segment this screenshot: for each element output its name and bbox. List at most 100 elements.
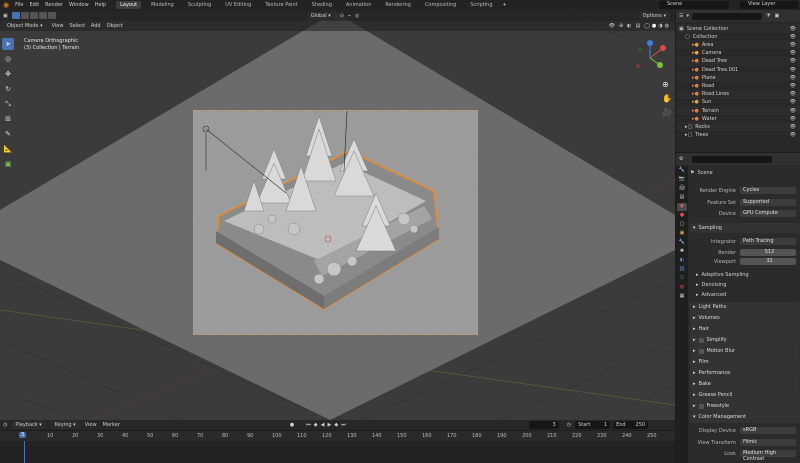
- shading-rendered-icon[interactable]: ◍: [665, 23, 669, 29]
- current-frame-field[interactable]: 3: [528, 421, 559, 429]
- visibility-eye-icon[interactable]: 👁: [790, 75, 796, 81]
- scene-selector[interactable]: Scene: [659, 1, 729, 9]
- render-engine-dropdown[interactable]: Cycles: [740, 187, 796, 194]
- timeline-ruler[interactable]: 0102030405060708090100110120130140150160…: [0, 431, 675, 441]
- shading-material-icon[interactable]: ◑: [658, 23, 662, 29]
- panel-header[interactable]: ▸ Grease Pencil: [690, 390, 800, 401]
- jump-end-icon[interactable]: ⏭: [341, 422, 346, 428]
- tab-rendering[interactable]: Rendering: [381, 1, 415, 9]
- select-mode-button[interactable]: [11, 12, 20, 19]
- menu-file[interactable]: File: [15, 2, 23, 8]
- xray-icon[interactable]: ▤: [636, 23, 641, 29]
- playback-menu[interactable]: Playback ▾: [11, 421, 46, 429]
- properties-editor-icon[interactable]: ⚙: [679, 156, 683, 162]
- shading-wireframe-icon[interactable]: ◯: [644, 23, 650, 29]
- visibility-eye-icon[interactable]: 👁: [790, 83, 796, 89]
- panel-header[interactable]: ▸ Light Paths: [690, 302, 800, 313]
- outliner-filter-icon[interactable]: ⧩: [766, 13, 770, 19]
- panel-header[interactable]: ▸ Film: [690, 357, 800, 368]
- tab-collection-icon[interactable]: ▢: [677, 221, 687, 229]
- menu-help[interactable]: Help: [95, 2, 106, 8]
- visibility-eye-icon[interactable]: 👁: [790, 124, 796, 130]
- add-workspace-icon[interactable]: +: [503, 2, 507, 8]
- tab-object-icon[interactable]: ▣: [677, 230, 687, 238]
- pan-hand-icon[interactable]: ✋: [662, 92, 672, 106]
- tab-layout[interactable]: Layout: [116, 1, 142, 9]
- tab-scene-icon[interactable]: ◉: [677, 203, 687, 211]
- preview-range-icon[interactable]: ◷: [567, 422, 571, 428]
- tab-sculpting[interactable]: Sculpting: [184, 1, 215, 9]
- playhead-frame-label[interactable]: 3: [19, 432, 27, 438]
- sampling-subsection[interactable]: ▸ Adaptive Sampling: [696, 270, 800, 280]
- options-dropdown[interactable]: Options ▾: [638, 11, 670, 20]
- scale-tool-icon[interactable]: ⤡: [2, 98, 14, 110]
- timeline-editor-icon[interactable]: ◷: [3, 422, 7, 428]
- mode-dropdown[interactable]: Object Mode ▾: [3, 22, 47, 30]
- outliner-search-input[interactable]: [692, 12, 762, 20]
- tab-modifier-icon[interactable]: 🔧: [677, 239, 687, 247]
- outliner-editor-icon[interactable]: ☰: [679, 13, 683, 19]
- end-frame-field[interactable]: End 250: [613, 421, 649, 429]
- transform-orientation-dropdown[interactable]: Global ▾: [306, 11, 335, 20]
- overlay-icon[interactable]: ◐: [627, 23, 631, 29]
- tab-compositing[interactable]: Compositing: [421, 1, 460, 9]
- visibility-eye-icon[interactable]: 👁: [790, 108, 796, 114]
- sampling-subsection[interactable]: ▸ Denoising: [696, 280, 800, 290]
- visibility-eye-icon[interactable]: 👁: [790, 58, 796, 64]
- integrator-dropdown[interactable]: Path Tracing: [740, 238, 796, 245]
- shading-solid-icon[interactable]: ●: [652, 23, 656, 29]
- visibility-eye-icon[interactable]: 👁: [790, 26, 796, 32]
- panel-header[interactable]: ▸ Hair: [690, 324, 800, 335]
- visibility-eye-icon[interactable]: 👁: [790, 42, 796, 48]
- timeline-body[interactable]: [0, 441, 675, 463]
- measure-tool-icon[interactable]: 📐: [2, 143, 14, 155]
- tab-world-icon[interactable]: ●: [677, 212, 687, 220]
- timeline-menu-marker[interactable]: Marker: [103, 422, 120, 428]
- tab-texture-icon[interactable]: ▦: [677, 293, 687, 301]
- navigation-gizmo[interactable]: [630, 38, 670, 78]
- proportional-edit-icon[interactable]: ◎: [355, 13, 359, 19]
- tab-tool-icon[interactable]: 🔧: [677, 167, 687, 175]
- invert-mode-button[interactable]: [38, 12, 47, 19]
- properties-search-input[interactable]: [692, 155, 773, 163]
- visibility-eye-icon[interactable]: 👁: [790, 67, 796, 73]
- play-icon[interactable]: ▶: [327, 422, 331, 428]
- tab-uv-editing[interactable]: UV Editing: [221, 1, 255, 9]
- outliner-display-mode-icon[interactable]: ▾: [686, 13, 689, 19]
- pivot-icon[interactable]: ⊙: [340, 13, 344, 19]
- menu-render[interactable]: Render: [45, 2, 63, 8]
- visibility-eye-icon[interactable]: 👁: [790, 99, 796, 105]
- extend-mode-button[interactable]: [20, 12, 29, 19]
- record-button[interactable]: ●: [290, 422, 294, 428]
- menu-add[interactable]: Add: [91, 23, 101, 29]
- jump-start-icon[interactable]: ⏮: [306, 422, 311, 428]
- next-key-icon[interactable]: ◆: [334, 422, 338, 428]
- look-dropdown[interactable]: Medium High Contrast: [740, 450, 796, 462]
- tab-shading[interactable]: Shading: [308, 1, 336, 9]
- visibility-eye-icon[interactable]: 👁: [790, 116, 796, 122]
- visibility-eye-icon[interactable]: 👁: [790, 132, 796, 138]
- camera-view-icon[interactable]: 🎥: [662, 106, 672, 120]
- tab-data-icon[interactable]: ▽: [677, 275, 687, 283]
- menu-window[interactable]: Window: [69, 2, 89, 8]
- start-frame-field[interactable]: Start 1: [575, 421, 611, 429]
- panel-header[interactable]: ▸ Simplify: [690, 335, 800, 346]
- outliner-collection-row[interactable]: ▸▢ Trees 👁: [676, 131, 800, 140]
- keying-menu[interactable]: Keying ▾: [50, 421, 80, 429]
- rotate-tool-icon[interactable]: ↻: [2, 83, 14, 95]
- visibility-eye-icon[interactable]: 👁: [790, 91, 796, 97]
- subtract-mode-button[interactable]: [29, 12, 38, 19]
- panel-header[interactable]: ▸ Performance: [690, 368, 800, 379]
- new-collection-icon[interactable]: ▣: [774, 13, 779, 19]
- transform-tool-icon[interactable]: ⊞: [2, 113, 14, 125]
- panel-enable-checkbox[interactable]: [698, 348, 704, 354]
- intersect-mode-button[interactable]: [47, 12, 56, 19]
- tab-particles-icon[interactable]: ✺: [677, 248, 687, 256]
- gizmo-icon[interactable]: ⊕: [619, 23, 623, 29]
- tab-material-icon[interactable]: ◍: [677, 284, 687, 292]
- visibility-eye-icon[interactable]: 👁: [790, 34, 796, 40]
- cursor-tool-icon[interactable]: ◎: [2, 53, 14, 65]
- panel-header[interactable]: ▸ Motion Blur: [690, 346, 800, 357]
- feature-set-dropdown[interactable]: Supported: [740, 199, 796, 206]
- select-box-tool-icon[interactable]: ➤: [2, 38, 14, 50]
